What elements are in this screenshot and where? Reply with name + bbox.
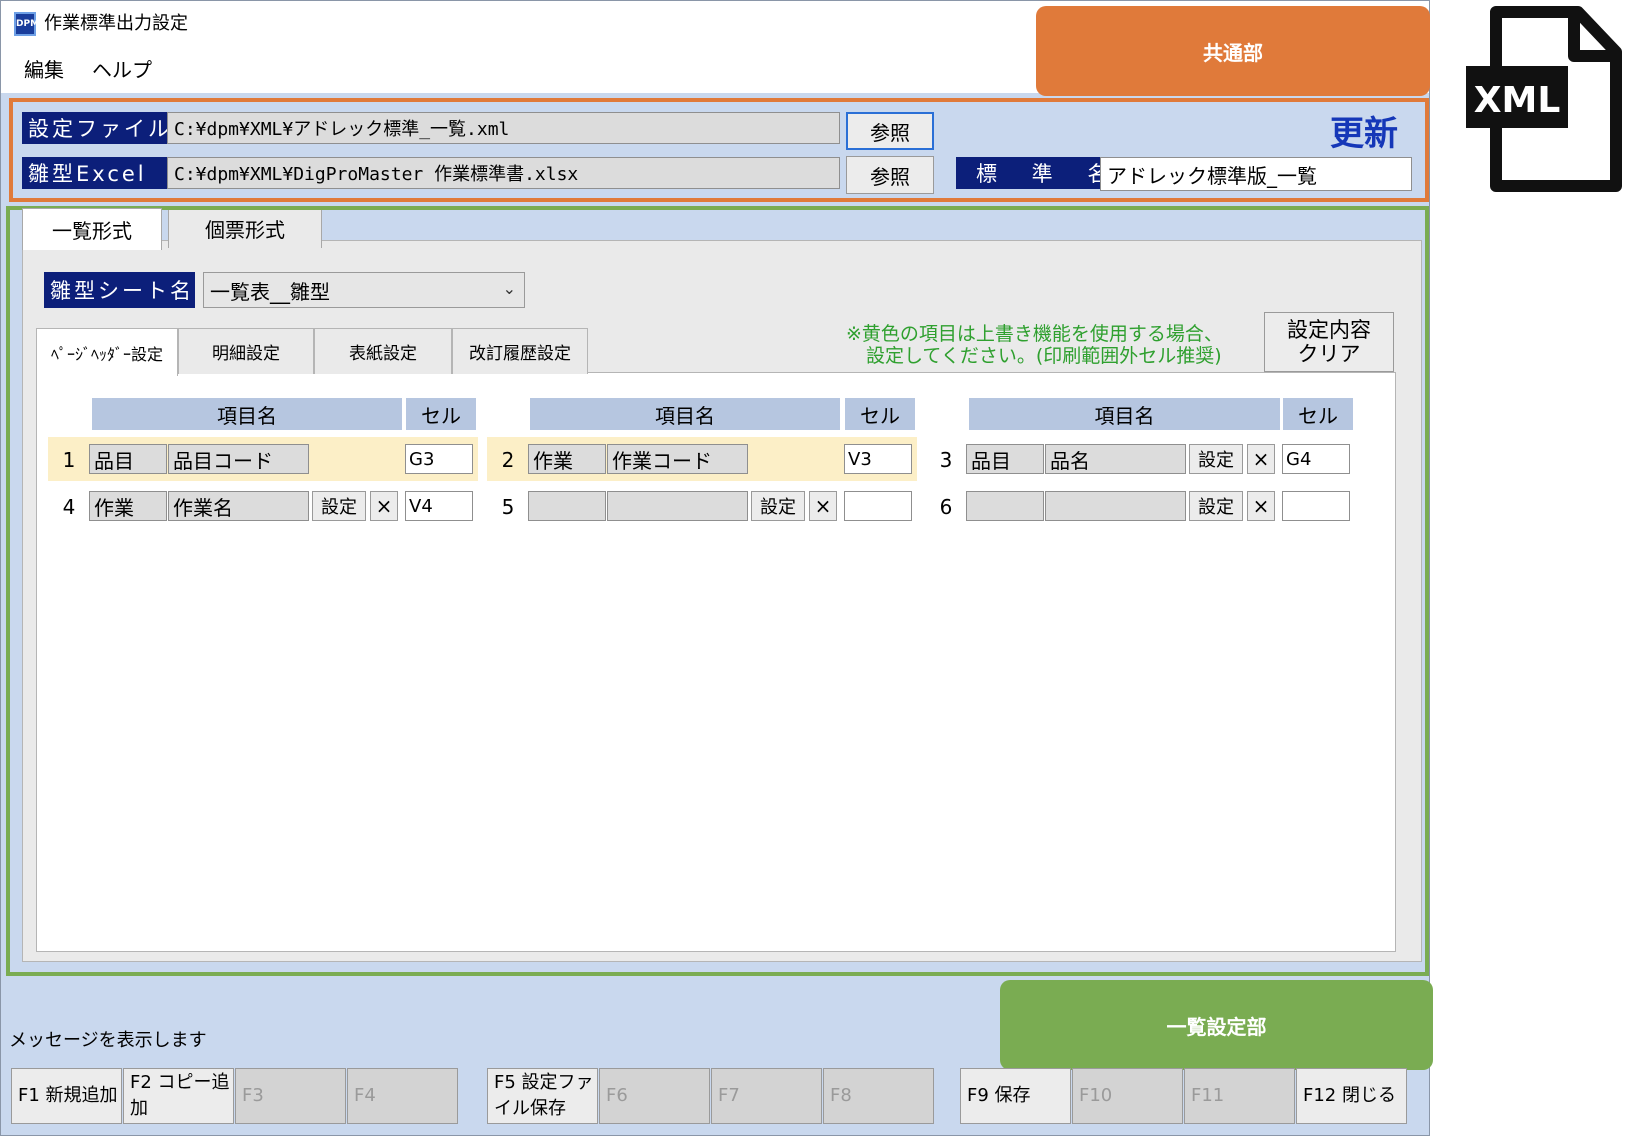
xml-icon-label: XML [1474, 80, 1561, 121]
status-message: メッセージを表示します [9, 1030, 207, 1051]
list-settings-callout: 一覧設定部 [1000, 980, 1433, 1070]
common-section-frame [9, 98, 1429, 202]
f10-button[interactable]: F10 [1072, 1068, 1183, 1124]
f5-save-settings-file-button[interactable]: F5 設定ファイル保存 [487, 1068, 598, 1124]
f2-copy-add-button[interactable]: F2 コピー追加 [123, 1068, 234, 1124]
f8-button[interactable]: F8 [823, 1068, 934, 1124]
f12-close-button[interactable]: F12 閉じる [1296, 1068, 1407, 1124]
f1-new-add-button[interactable]: F1 新規追加 [11, 1068, 122, 1124]
app-icon: DPM [14, 12, 39, 36]
tab-list-format[interactable]: 一覧形式 [22, 208, 162, 250]
f3-button[interactable]: F3 [235, 1068, 346, 1124]
menu-edit[interactable]: 編集 [24, 55, 64, 85]
xml-file-icon: XML [1466, 4, 1626, 194]
list-settings-section-frame [6, 206, 1429, 976]
menu-help[interactable]: ヘルプ [92, 55, 152, 85]
f7-button[interactable]: F7 [711, 1068, 822, 1124]
common-section-callout: 共通部 [1036, 6, 1430, 96]
f4-button[interactable]: F4 [347, 1068, 458, 1124]
window-title: 作業標準出力設定 [44, 13, 188, 34]
f6-button[interactable]: F6 [599, 1068, 710, 1124]
f11-button[interactable]: F11 [1184, 1068, 1295, 1124]
f9-save-button[interactable]: F9 保存 [960, 1068, 1071, 1124]
tab-page-header-settings[interactable]: ﾍﾟｰｼﾞﾍｯﾀﾞｰ設定 [36, 328, 178, 376]
